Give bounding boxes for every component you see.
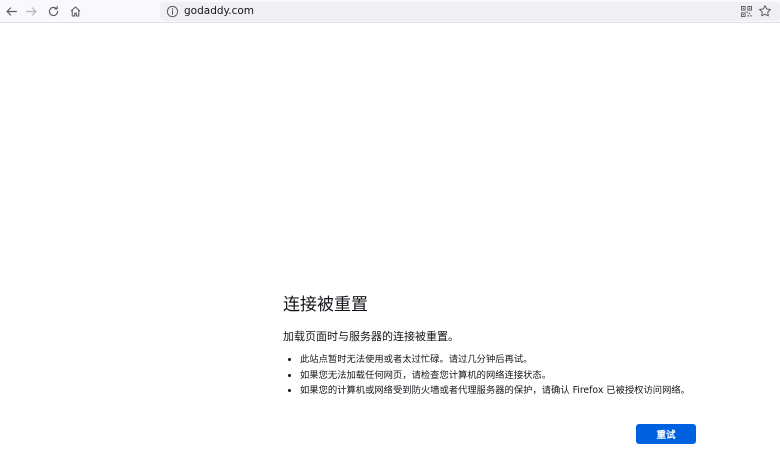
arrow-right-icon <box>25 6 37 16</box>
error-suggestions: 此站点暂时无法使用或者太过忙碌。请过几分钟后再试。 如果您无法加载任何网页，请检… <box>283 352 690 399</box>
list-item: 此站点暂时无法使用或者太过忙碌。请过几分钟后再试。 <box>300 352 690 368</box>
reload-button[interactable] <box>44 2 62 20</box>
list-item: 如果您的计算机或网络受到防火墙或者代理服务器的保护，请确认 Firefox 已被… <box>300 383 690 399</box>
info-icon[interactable] <box>166 5 179 18</box>
reload-icon <box>48 5 58 16</box>
retry-button[interactable]: 重试 <box>636 424 696 444</box>
address-bar[interactable]: godaddy.com <box>160 2 780 21</box>
error-description: 加载页面时与服务器的连接被重置。 <box>283 330 459 343</box>
back-button[interactable] <box>2 2 20 20</box>
browser-toolbar: godaddy.com <box>0 0 780 23</box>
qr-code-icon[interactable] <box>741 6 752 17</box>
forward-button[interactable] <box>22 2 40 20</box>
arrow-left-icon <box>5 6 17 16</box>
url-text[interactable]: godaddy.com <box>184 5 254 18</box>
error-title: 连接被重置 <box>283 295 368 315</box>
home-button[interactable] <box>66 2 84 20</box>
error-content: 连接被重置 加载页面时与服务器的连接被重置。 此站点暂时无法使用或者太过忙碌。请… <box>283 294 703 444</box>
home-icon <box>70 6 80 16</box>
list-item: 如果您无法加载任何网页，请检查您计算机的网络连接状态。 <box>300 368 690 384</box>
bookmark-star-icon[interactable] <box>758 4 772 18</box>
